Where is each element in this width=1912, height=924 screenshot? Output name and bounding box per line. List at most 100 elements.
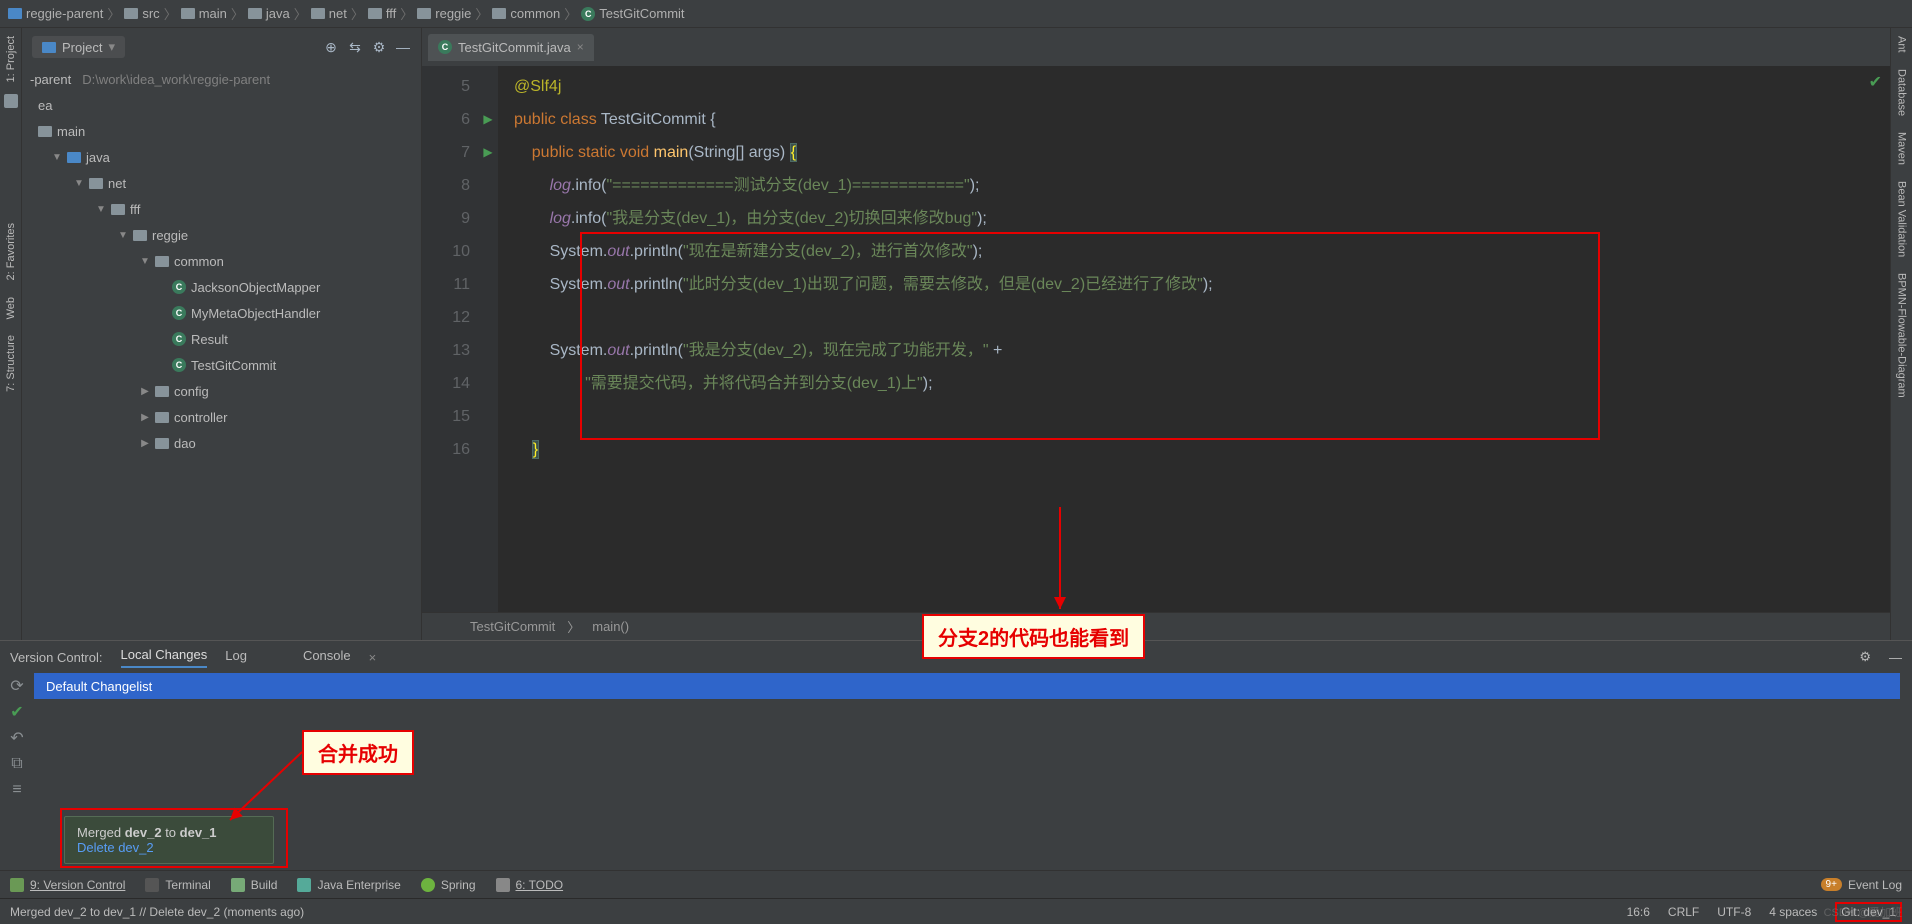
annotation-see-branch2: 分支2的代码也能看到 xyxy=(922,614,1145,659)
tree-node[interactable]: ▼reggie xyxy=(22,222,421,248)
hide-icon[interactable]: — xyxy=(395,39,411,55)
commit-icon[interactable]: ✔ xyxy=(8,703,26,721)
tool-project[interactable]: 1: Project xyxy=(5,28,17,90)
run-class-icon[interactable]: ▶ xyxy=(478,103,498,136)
breadcrumb-item[interactable]: src xyxy=(124,6,159,21)
source-folder-icon xyxy=(67,152,81,163)
annotation-merge-success: 合并成功 xyxy=(302,730,414,775)
tree-node[interactable]: main xyxy=(22,118,421,144)
package-icon xyxy=(155,438,169,449)
breadcrumb-item[interactable]: main xyxy=(181,6,227,21)
folder-icon xyxy=(124,8,138,19)
btn-version-control[interactable]: 9: Version Control xyxy=(10,878,125,892)
editor[interactable]: ✔ 567 8910 111213 141516 ▶ ▶ @Slf4j publ… xyxy=(422,66,1890,612)
file-encoding[interactable]: UTF-8 xyxy=(1717,905,1751,919)
tool-bpmn[interactable]: BPMN-Flowable-Diagram xyxy=(1896,265,1908,406)
refresh-icon[interactable]: ⟳ xyxy=(8,677,26,695)
gear-icon[interactable]: ⚙ xyxy=(1859,649,1871,665)
editor-tab[interactable]: C TestGitCommit.java × xyxy=(428,34,594,61)
right-tool-strip: Ant Database Maven Bean Validation BPMN-… xyxy=(1890,28,1912,640)
version-control-panel: Version Control: Local Changes Log Conso… xyxy=(0,640,1912,870)
btn-todo[interactable]: 6: TODO xyxy=(496,878,564,892)
tree-node[interactable]: ▼common xyxy=(22,248,421,274)
left-tool-strip: 1: Project 2: Favorites Web 7: Structure xyxy=(0,28,22,640)
breadcrumb-item[interactable]: reggie-parent xyxy=(8,6,103,21)
class-icon: C xyxy=(172,280,186,294)
folder-icon xyxy=(368,8,382,19)
breadcrumb-item[interactable]: net xyxy=(311,6,347,21)
package-icon xyxy=(133,230,147,241)
tab-log[interactable]: Log xyxy=(225,648,247,667)
tree-node[interactable]: ▼fff xyxy=(22,196,421,222)
tool-structure[interactable]: 7: Structure xyxy=(5,327,17,400)
tree-file[interactable]: CMyMetaObjectHandler xyxy=(22,300,421,326)
package-icon xyxy=(89,178,103,189)
hide-icon[interactable]: — xyxy=(1889,650,1902,665)
code-area[interactable]: @Slf4j public class TestGitCommit { publ… xyxy=(498,66,1890,612)
diff-icon[interactable]: ⧉ xyxy=(8,755,26,773)
folder-icon xyxy=(248,8,262,19)
btn-build[interactable]: Build xyxy=(231,878,278,892)
caret-position[interactable]: 16:6 xyxy=(1627,905,1650,919)
tree-node[interactable]: ea xyxy=(22,92,421,118)
project-view-selector[interactable]: Project ▾ xyxy=(32,36,125,58)
tree-node[interactable]: ▶config xyxy=(22,378,421,404)
delete-branch-link[interactable]: Delete dev_2 xyxy=(77,840,261,855)
tree-node[interactable]: ▶controller xyxy=(22,404,421,430)
run-main-icon[interactable]: ▶ xyxy=(478,136,498,169)
breadcrumb-item[interactable]: fff xyxy=(368,6,396,21)
expand-icon[interactable]: ⇆ xyxy=(347,39,363,55)
tool-web[interactable]: Web xyxy=(5,289,17,327)
project-title: Project xyxy=(62,40,102,55)
editor-panel: C TestGitCommit.java × ✔ 567 8910 111213… xyxy=(422,28,1890,640)
indent-setting[interactable]: 4 spaces xyxy=(1769,905,1817,919)
folder-icon xyxy=(492,8,506,19)
tree-node[interactable]: ▼net xyxy=(22,170,421,196)
tree-file[interactable]: CResult xyxy=(22,326,421,352)
locate-icon[interactable]: ⊕ xyxy=(323,39,339,55)
breadcrumb-item[interactable]: common xyxy=(492,6,560,21)
status-bar: Merged dev_2 to dev_1 // Delete dev_2 (m… xyxy=(0,898,1912,924)
breadcrumb-item[interactable]: CTestGitCommit xyxy=(581,6,684,21)
rollback-icon[interactable]: ↶ xyxy=(8,729,26,747)
package-icon xyxy=(155,386,169,397)
crumb-method[interactable]: main() xyxy=(592,619,629,634)
tab-label: TestGitCommit.java xyxy=(458,40,571,55)
tool-database[interactable]: Database xyxy=(1896,61,1908,124)
changelist-icon[interactable]: ≡ xyxy=(8,781,26,799)
btn-java-enterprise[interactable]: Java Enterprise xyxy=(297,878,400,892)
tool-favorites[interactable]: 2: Favorites xyxy=(5,215,17,288)
default-changelist[interactable]: Default Changelist xyxy=(34,673,1900,699)
tool-maven[interactable]: Maven xyxy=(1896,124,1908,173)
tab-local-changes[interactable]: Local Changes xyxy=(121,647,208,668)
breadcrumb-item[interactable]: reggie xyxy=(417,6,471,21)
tab-console[interactable]: Console xyxy=(303,648,351,667)
tool-ant[interactable]: Ant xyxy=(1896,28,1908,61)
close-icon[interactable]: × xyxy=(369,650,377,665)
close-icon[interactable]: × xyxy=(577,40,584,54)
class-icon: C xyxy=(172,306,186,320)
folder-icon xyxy=(38,126,52,137)
tree-file[interactable]: CTestGitCommit xyxy=(22,352,421,378)
watermark: CSDN @爱加班 xyxy=(1824,904,1902,920)
tree-root[interactable]: -parentD:\work\idea_work\reggie-parent xyxy=(22,66,421,92)
line-separator[interactable]: CRLF xyxy=(1668,905,1699,919)
event-badge: 9+ xyxy=(1821,878,1842,891)
package-icon xyxy=(111,204,125,215)
editor-tabs: C TestGitCommit.java × xyxy=(422,28,1890,66)
tree-node[interactable]: ▼java xyxy=(22,144,421,170)
project-tree[interactable]: -parentD:\work\idea_work\reggie-parent e… xyxy=(22,66,421,640)
package-icon xyxy=(155,256,169,267)
crumb-class[interactable]: TestGitCommit xyxy=(470,619,555,634)
btn-event-log[interactable]: 9+Event Log xyxy=(1821,878,1902,892)
btn-terminal[interactable]: Terminal xyxy=(145,878,210,892)
tree-node[interactable]: ▶dao xyxy=(22,430,421,456)
btn-spring[interactable]: Spring xyxy=(421,878,476,892)
tool-bean-validation[interactable]: Bean Validation xyxy=(1896,173,1908,265)
breadcrumb-item[interactable]: java xyxy=(248,6,290,21)
tree-file[interactable]: CJacksonObjectMapper xyxy=(22,274,421,300)
bottom-tool-buttons: 9: Version Control Terminal Build Java E… xyxy=(0,870,1912,898)
vc-title: Version Control: xyxy=(10,650,103,665)
gear-icon[interactable]: ⚙ xyxy=(371,39,387,55)
class-icon: C xyxy=(172,358,186,372)
